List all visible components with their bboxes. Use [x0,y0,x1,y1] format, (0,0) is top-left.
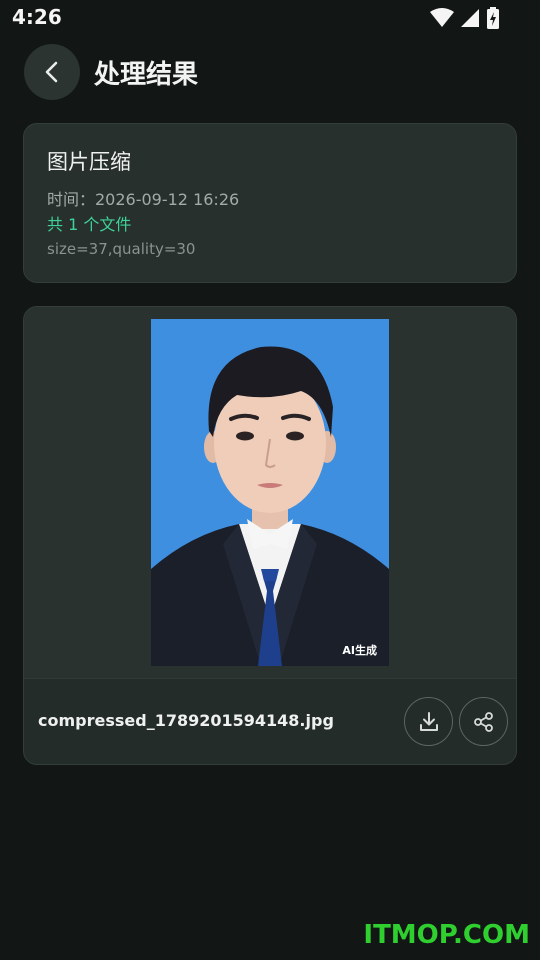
download-button[interactable] [404,697,453,746]
download-icon [419,711,438,731]
result-screen: 4:26 处理结果 图片压缩 时间：2026-09-12 16:26 共 1 个… [0,0,540,960]
task-title: 图片压缩 [47,150,131,174]
task-time: 时间：2026-09-12 16:26 [47,190,240,209]
file-count: 共 1 个文件 [47,215,132,234]
task-info-card: 图片压缩 时间：2026-09-12 16:26 共 1 个文件 size=37… [23,123,517,283]
site-watermark: ITMOP.COM [363,920,530,950]
image-preview-area: AI生成 [24,307,516,679]
status-bar: 4:26 [0,0,540,36]
share-icon [473,711,493,732]
back-button[interactable] [24,44,80,100]
cellular-signal-icon [461,9,479,27]
compression-params: size=37,quality=30 [47,240,196,258]
status-icons [430,7,500,29]
status-time: 4:26 [12,5,62,29]
wifi-icon [430,8,454,27]
file-name: compressed_1789201594148.jpg [38,711,334,730]
battery-charging-icon [487,7,499,29]
ai-generated-badge: AI生成 [342,643,377,657]
share-button[interactable] [459,697,508,746]
page-title: 处理结果 [94,60,199,90]
chevron-left-icon [45,61,58,83]
result-file-card: AI生成 compressed_1789201594148.jpg [23,306,517,765]
compressed-image-preview[interactable]: AI生成 [151,319,389,666]
